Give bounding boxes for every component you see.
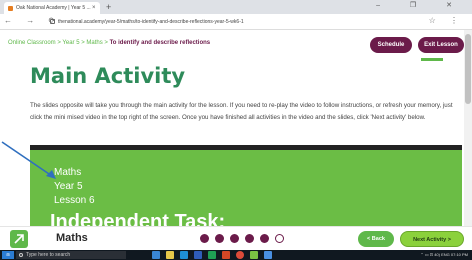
edge-browser-icon[interactable] [180,251,188,259]
chrome-browser-icon[interactable] [236,251,244,259]
browser-tab[interactable]: Oak National Academy | Year 5 ... × [4,2,100,14]
new-tab-icon[interactable]: + [106,1,111,13]
breadcrumb-path[interactable]: Online Classroom > Year 5 > Maths > [8,40,110,46]
slide-task-heading: Independent Task: [50,211,226,227]
site-favicon-icon [8,6,13,11]
bookmark-and-menu-icons[interactable]: ☆ ⋮ [429,16,464,25]
address-bar: ← → ⟳ thenational.academy/year-5/maths/t… [0,14,472,30]
search-icon [19,252,23,257]
tab-close-icon[interactable]: × [92,2,96,14]
back-button[interactable]: < Back [358,231,394,247]
next-activity-button[interactable]: Next Activity > [400,231,464,247]
browser-tab-strip: Oak National Academy | Year 5 ... × + – … [0,0,472,14]
file-explorer-icon[interactable] [166,251,174,259]
lesson-navigation-bar: Maths < Back Next Activity > [0,226,472,250]
exit-lesson-button[interactable]: Exit Lesson [418,37,464,53]
taskbar-app-icon[interactable] [152,251,160,259]
powerpoint-app-icon[interactable] [222,251,230,259]
progress-dot[interactable] [245,234,254,243]
system-tray[interactable]: ⌃ ▭ ⊡ 40) ENG 07:10 PM [420,250,468,260]
lesson-subject: Maths [56,232,88,244]
progress-dot[interactable] [215,234,224,243]
word-app-icon[interactable] [194,251,202,259]
page-title: Main Activity [30,64,186,88]
breadcrumb-current: To identify and describe reflections [109,40,211,46]
lesson-slide[interactable]: Maths Year 5 Lesson 6 Independent Task: [30,145,462,227]
window-controls[interactable]: – ❐ ✕ [376,1,466,9]
schedule-button[interactable]: Schedule [370,37,412,53]
progress-dot[interactable] [260,234,269,243]
taskbar-app-icon[interactable] [264,251,272,259]
scrollbar-thumb[interactable] [465,34,471,104]
taskbar-search[interactable]: Type here to search [16,251,126,259]
os-taskbar: ⊞ Type here to search ⌃ ▭ ⊡ 40) ENG 07:1… [0,250,472,260]
progress-dot[interactable] [200,234,209,243]
start-button[interactable]: ⊞ [2,251,14,259]
slide-top-border [30,145,462,150]
breadcrumb: Online Classroom > Year 5 > Maths > To i… [8,40,210,46]
lock-icon [50,19,55,24]
annotation-arrow-icon [1,141,56,179]
oak-logo-icon[interactable] [10,230,28,248]
taskbar-search-placeholder: Type here to search [26,252,71,258]
slide-lesson: Lesson 6 [54,195,95,206]
tab-title: Oak National Academy | Year 5 ... [16,5,91,11]
progress-dot[interactable] [230,234,239,243]
page-scrollbar[interactable] [464,30,472,226]
excel-app-icon[interactable] [208,251,216,259]
activity-description: The slides opposite will take you throug… [30,102,453,121]
url-field[interactable]: thenational.academy/year-5/maths/to-iden… [58,17,244,27]
progress-dot[interactable] [275,234,284,243]
taskbar-app-icon[interactable] [250,251,258,259]
accent-underline [421,58,443,61]
